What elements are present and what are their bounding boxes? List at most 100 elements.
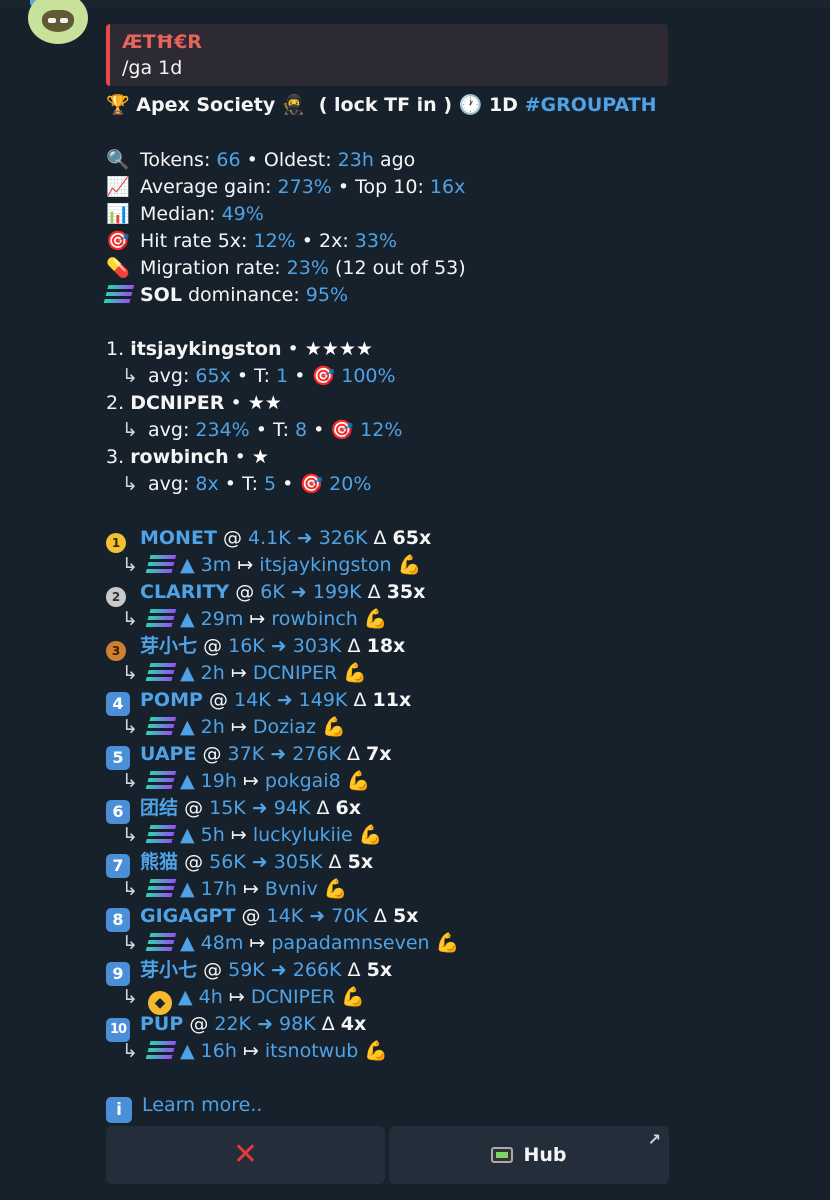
caller-link[interactable]: papadamnseven: [271, 932, 429, 954]
caller-link[interactable]: DCNIPER: [251, 986, 335, 1008]
lock-label: ( lock TF in ): [318, 94, 453, 116]
at-sign: @: [235, 581, 255, 603]
token-to: 149K: [298, 689, 348, 711]
delta-icon: Δ: [373, 905, 387, 927]
token-to: 326K: [318, 527, 368, 549]
hub-button[interactable]: Hub ↗: [389, 1126, 669, 1184]
caller-link[interactable]: pokgai8: [265, 770, 341, 792]
reply-arrow-icon: ↳: [122, 1040, 138, 1062]
separator: •: [230, 392, 242, 414]
up-triangle-icon: ▲: [180, 716, 195, 738]
medal-icon: 3: [106, 641, 126, 661]
token-name[interactable]: PUP: [140, 1013, 183, 1035]
solana-chain-icon: [145, 663, 177, 681]
arrow-right-icon: ➜: [270, 635, 287, 657]
token-name[interactable]: POMP: [140, 689, 203, 711]
caller-link[interactable]: Bvniv: [265, 878, 318, 900]
reply-arrow-icon: ↳: [122, 662, 138, 684]
token-mult: 6x: [335, 797, 361, 819]
solana-icon: [103, 282, 140, 309]
reply-arrow-icon: ↳: [122, 554, 138, 576]
reply-author: ÆTĦ€R: [122, 31, 202, 53]
caller-row: 3. rowbinch • ★: [106, 444, 706, 471]
token-mult: 11x: [372, 689, 412, 711]
token-name[interactable]: 熊猫: [140, 851, 178, 873]
caller-list: 1. itsjaykingston • ★★★★ ↳ avg: 65x • T: 1…: [106, 336, 706, 498]
mapsto-icon: ↦: [230, 716, 247, 738]
caller-name[interactable]: itsjaykingston: [130, 338, 281, 360]
caller-rank: 2.: [106, 392, 125, 414]
token-mult: 5x: [392, 905, 419, 927]
rank-badge-icon: 9: [106, 962, 130, 986]
at-sign: @: [208, 689, 228, 711]
token-age: 17h: [200, 878, 237, 900]
token-row: 5 UAPE @ 37K ➜ 276K Δ 7x: [106, 741, 706, 770]
token-to: 94K: [273, 797, 311, 819]
token-meta: ↳ ▲ 17h ↦ Bvniv 💪: [106, 876, 706, 903]
caller-link[interactable]: Doziaz: [253, 716, 316, 738]
hashtag-link[interactable]: #GROUPATH: [525, 94, 657, 116]
separator: •: [234, 446, 246, 468]
caller-row: 2. DCNIPER • ★★: [106, 390, 706, 417]
caller-name[interactable]: DCNIPER: [130, 392, 224, 414]
caller-t: 5: [264, 473, 277, 495]
token-list: 1 MONET @ 4.1K ➜ 326K Δ 65x ↳ ▲ 3m ↦ itsjay…: [106, 525, 706, 1065]
rank-badge-icon: 4: [106, 692, 130, 716]
token-row: 2 CLARITY @ 6K ➜ 199K Δ 35x: [106, 579, 706, 607]
token-name[interactable]: CLARITY: [140, 581, 229, 603]
avatar[interactable]: [28, 0, 88, 44]
token-name[interactable]: 芽小七: [140, 635, 197, 657]
up-triangle-icon: ▲: [180, 608, 195, 630]
pager-icon: [491, 1147, 514, 1163]
flexed-bicep-icon: 💪: [346, 770, 371, 792]
token-name[interactable]: 芽小七: [140, 959, 197, 981]
up-triangle-icon: ▲: [180, 932, 195, 954]
reply-quote[interactable]: ÆTĦ€R /ga 1d: [106, 24, 668, 86]
token-mult: 65x: [392, 527, 432, 549]
message-title: 🏆 Apex Society 🥷 ( lock TF in ) 🕐 1D #GR…: [106, 92, 706, 120]
token-from: 14K: [266, 905, 304, 927]
token-to: 199K: [312, 581, 362, 603]
caller-avg: 234%: [195, 419, 250, 441]
reply-text: /ga 1d: [122, 57, 183, 79]
token-name[interactable]: 团结: [140, 797, 178, 819]
up-triangle-icon: ▲: [180, 662, 195, 684]
caller-link[interactable]: luckylukiie: [253, 824, 353, 846]
token-from: 4.1K: [248, 527, 291, 549]
token-from: 15K: [209, 797, 246, 819]
star-rating: ★★: [247, 392, 282, 414]
token-to: 70K: [331, 905, 368, 927]
flexed-bicep-icon: 💪: [364, 1040, 389, 1062]
reply-arrow-icon: ↳: [122, 608, 138, 630]
token-age: 29m: [200, 608, 244, 630]
token-row: 7 熊猫 @ 56K ➜ 305K Δ 5x: [106, 849, 706, 878]
stat-average: 📈 Average gain: 273% • Top 10: 16x: [106, 174, 706, 201]
caller-stats: ↳ avg: 8x • T: 5 • 🎯 20%: [106, 471, 706, 498]
at-sign: @: [203, 959, 223, 981]
learn-more-link[interactable]: Learn more..: [142, 1094, 262, 1116]
at-sign: @: [241, 905, 261, 927]
caller-stats: ↳ avg: 234% • T: 8 • 🎯 12%: [106, 417, 706, 444]
caller-link[interactable]: itsjaykingston: [259, 554, 391, 576]
caller-link[interactable]: itsnotwub: [265, 1040, 358, 1062]
token-age: 2h: [200, 716, 225, 738]
token-name[interactable]: MONET: [140, 527, 217, 549]
mapsto-icon: ↦: [249, 932, 266, 954]
caller-t: 8: [295, 419, 308, 441]
caller-link[interactable]: DCNIPER: [253, 662, 337, 684]
token-name[interactable]: UAPE: [140, 743, 196, 765]
caller-link[interactable]: rowbinch: [271, 608, 357, 630]
close-button[interactable]: ✕: [106, 1126, 385, 1184]
flexed-bicep-icon: 💪: [322, 716, 346, 738]
token-name[interactable]: GIGAGPT: [140, 905, 235, 927]
clock-icon: 🕐: [458, 94, 483, 116]
solana-chain-icon: [145, 825, 177, 843]
rank-badge-icon: 8: [106, 908, 130, 932]
separator: •: [282, 473, 294, 495]
caller-name[interactable]: rowbinch: [130, 446, 228, 468]
token-meta: ↳ ▲ 48m ↦ papadamnseven 💪: [106, 930, 706, 957]
delta-icon: Δ: [316, 797, 330, 819]
arrow-right-icon: ➜: [257, 1013, 273, 1035]
separator: •: [313, 419, 325, 441]
top-strip: [0, 0, 830, 8]
